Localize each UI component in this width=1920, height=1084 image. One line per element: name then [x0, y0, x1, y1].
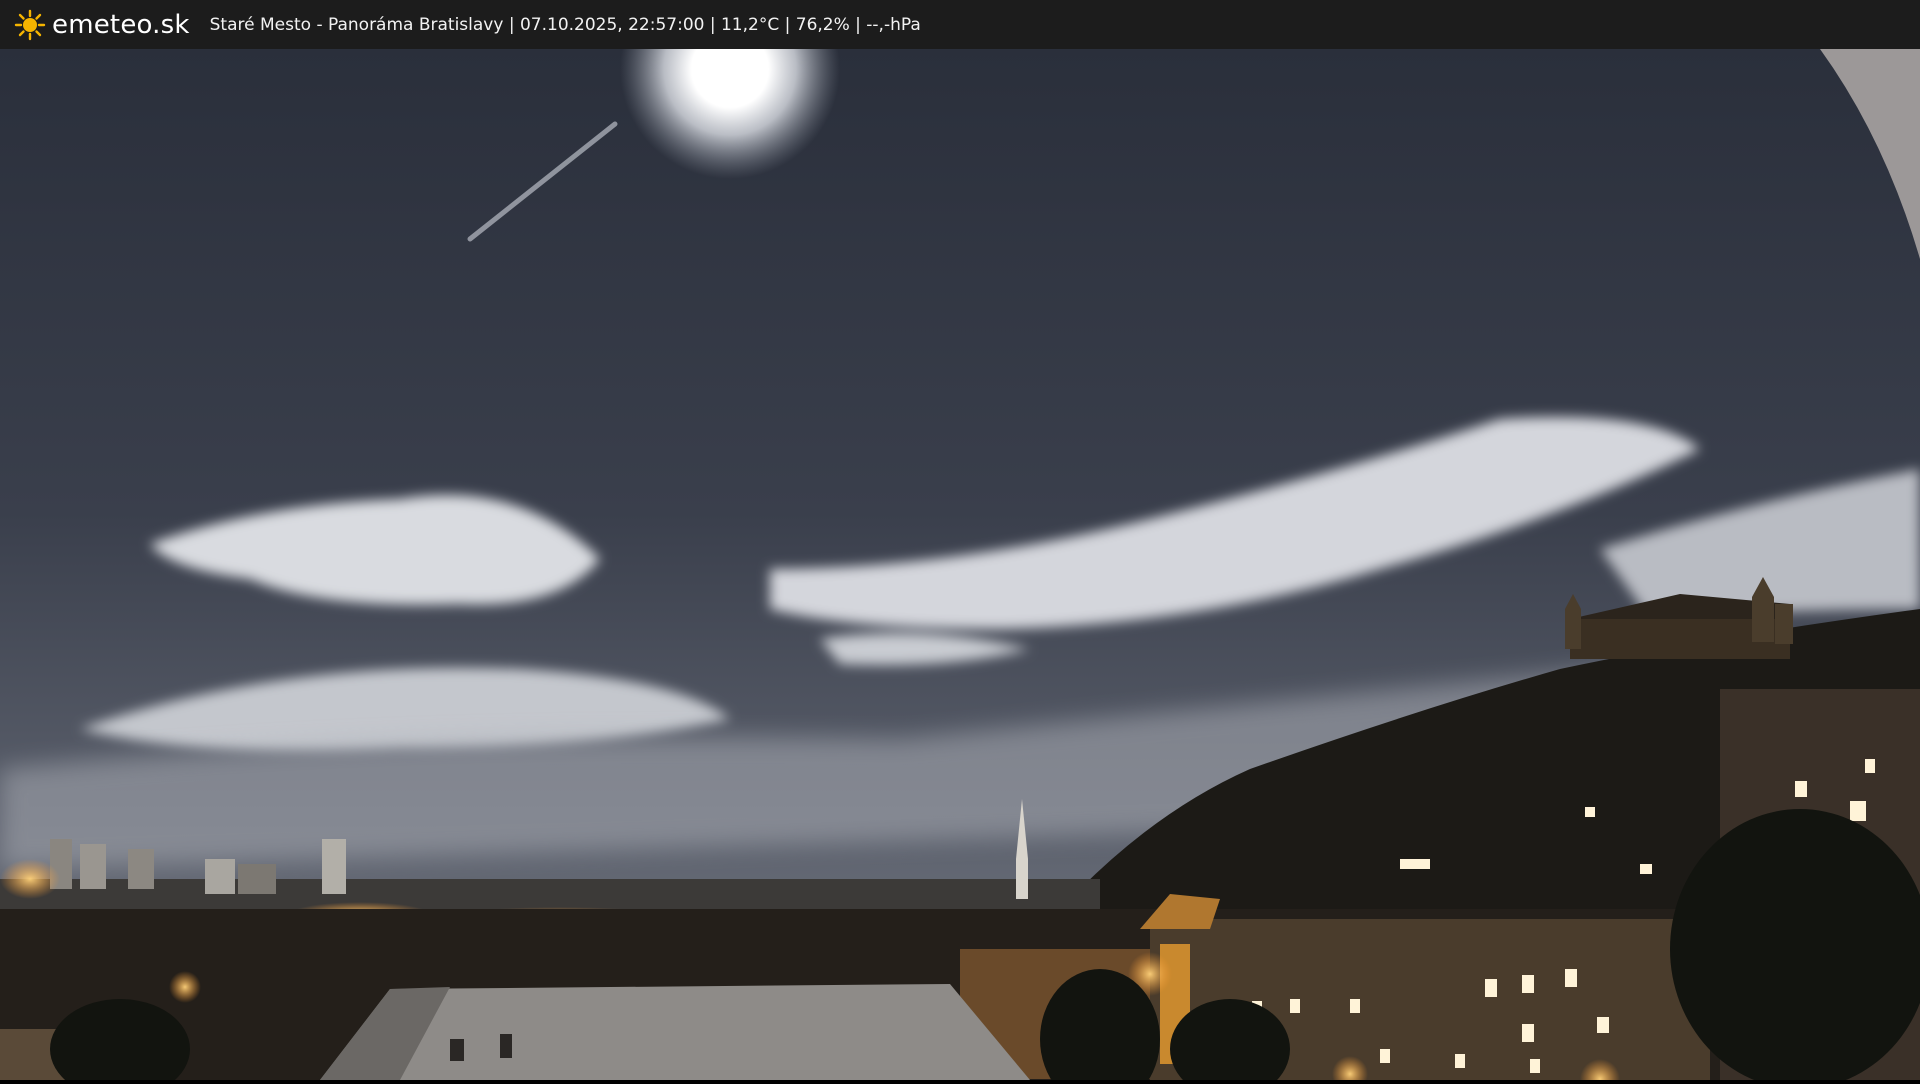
webcam-caption: Staré Mesto - Panoráma Bratislavy | 07.1…	[209, 14, 921, 35]
brand-logo-text[interactable]: emeteo.sk	[52, 10, 190, 40]
sun-icon	[14, 9, 46, 41]
webcam-scene-svg	[0, 0, 1920, 1084]
webcam-image	[0, 0, 1920, 1084]
top-bar: emeteo.sk Staré Mesto - Panoráma Bratisl…	[0, 0, 1920, 49]
